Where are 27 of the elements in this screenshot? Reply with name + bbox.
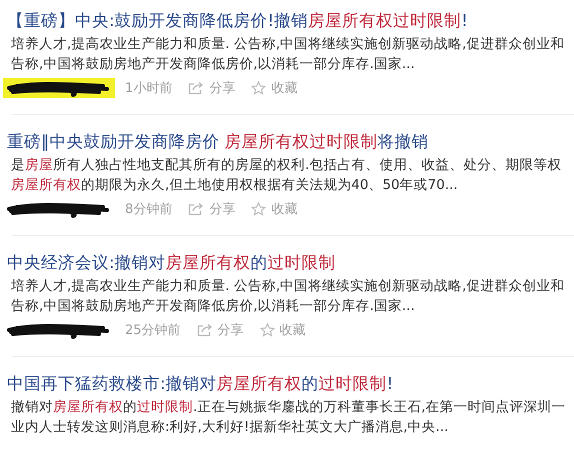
result-snippet: 告称,中国将鼓励房地产开发商降低房价,以消耗一部分库存.国家... bbox=[11, 297, 416, 316]
favorite-button[interactable]: 收藏 bbox=[260, 321, 306, 339]
share-button[interactable]: 分享 bbox=[188, 200, 236, 218]
result-snippet: 培养人才,提高农业生产能力和质量. 公告称,中国将继续实施创新驱动战略,促进群众创业和 bbox=[11, 35, 566, 54]
share-button[interactable]: 分享 bbox=[188, 79, 236, 97]
star-icon bbox=[260, 323, 275, 337]
share-button[interactable]: 分享 bbox=[196, 321, 244, 339]
share-icon bbox=[188, 202, 204, 216]
result-title-link[interactable]: 中央经济会议:撤销对房屋所有权的过时限制 bbox=[7, 250, 574, 276]
result-snippet: 告称,中国将鼓励房地产开发商降低房价,以消耗一部分库存.国家... bbox=[11, 55, 416, 74]
result-snippet: 房屋所有权的期限为永久,但土地使用权根据有关法规为40、50年或70... bbox=[11, 176, 459, 195]
star-icon bbox=[251, 202, 266, 216]
timestamp: 25分钟前 bbox=[125, 322, 181, 339]
timestamp: 1小时前 bbox=[125, 80, 172, 97]
result-snippet: 培养人才,提高农业生产能力和质量. 公告称,中国将继续实施创新驱动战略,促进群众创业和 bbox=[11, 277, 566, 296]
favorite-button[interactable]: 收藏 bbox=[251, 79, 298, 97]
result-snippet: 是房屋所有人独占性地支配其所有的房屋的权利.包括占有、使用、收益、处分、期限等权 bbox=[11, 156, 562, 175]
result-title-link[interactable]: 【重磅】中央:鼓励开发商降低房价!撤销房屋所有权过时限制! bbox=[7, 8, 574, 34]
share-icon bbox=[188, 81, 204, 95]
star-icon bbox=[251, 81, 266, 95]
result-title-link[interactable]: 中国再下猛药救楼市:撤销对房屋所有权的过时限制! bbox=[7, 371, 574, 397]
timestamp: 8分钟前 bbox=[125, 201, 172, 218]
result-title-link[interactable]: 重磅‖中央鼓励开发商降房价 房屋所有权过时限制将撤销 bbox=[7, 129, 574, 155]
favorite-button[interactable]: 收藏 bbox=[251, 200, 298, 218]
share-icon bbox=[196, 323, 213, 337]
result-snippet: 业内人士转发这则消息称:利好,大利好!据新华社英文大广播消息,中央... bbox=[11, 418, 450, 437]
result-snippet: 撤销对房屋所有权的过时限制.正在与姚振华鏖战的万科董事长王石,在第一时间点评深圳一 bbox=[11, 398, 567, 417]
